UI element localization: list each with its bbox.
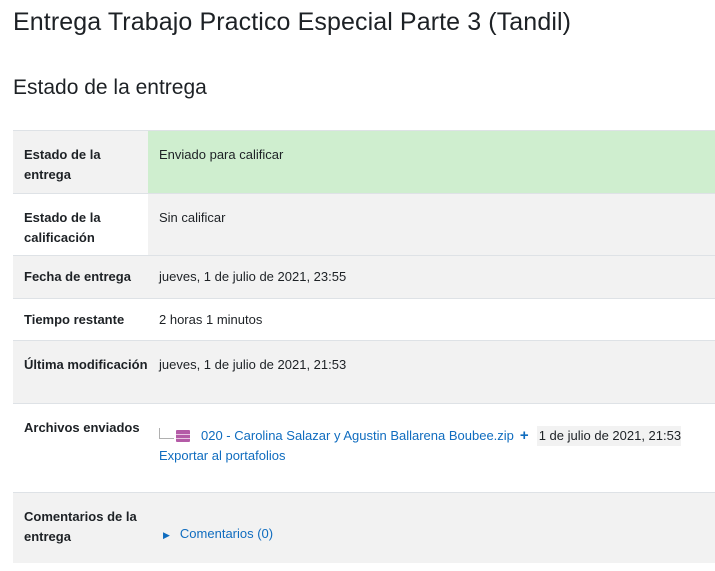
file-date: 1 de julio de 2021, 21:53 bbox=[536, 426, 682, 446]
row-archivos-enviados: Archivos enviados 020 - Carolina Salazar… bbox=[13, 403, 715, 493]
row-fecha-entrega: Fecha de entrega jueves, 1 de julio de 2… bbox=[13, 255, 715, 299]
submission-status-table: Estado de la entrega Enviado para califi… bbox=[13, 130, 715, 563]
label-estado-calificacion: Estado de la calificación bbox=[13, 193, 148, 256]
section-title: Estado de la entrega bbox=[13, 76, 207, 99]
file-download-link[interactable]: 020 - Carolina Salazar y Agustin Ballare… bbox=[201, 426, 514, 446]
zip-file-icon bbox=[176, 430, 190, 442]
row-ultima-modificacion: Última modificación jueves, 1 de julio d… bbox=[13, 340, 715, 404]
value-archivos-enviados: 020 - Carolina Salazar y Agustin Ballare… bbox=[148, 404, 715, 493]
row-tiempo-restante: Tiempo restante 2 horas 1 minutos bbox=[13, 298, 715, 341]
comments-toggle-link[interactable]: Comentarios (0) bbox=[180, 526, 273, 541]
row-comentarios: Comentarios de la entrega ▶ Comentarios (… bbox=[13, 492, 715, 563]
export-portfolio-link[interactable]: Exportar al portafolios bbox=[159, 446, 715, 466]
value-estado-calificacion: Sin calificar bbox=[148, 193, 715, 256]
label-estado-entrega: Estado de la entrega bbox=[13, 130, 148, 194]
row-estado-entrega: Estado de la entrega Enviado para califi… bbox=[13, 130, 715, 194]
page-title: Entrega Trabajo Practico Especial Parte … bbox=[13, 8, 572, 36]
file-entry: 020 - Carolina Salazar y Agustin Ballare… bbox=[159, 426, 715, 446]
row-estado-calificacion: Estado de la calificación Sin calificar bbox=[13, 193, 715, 256]
plus-icon[interactable]: + bbox=[520, 426, 529, 446]
value-estado-entrega: Enviado para calificar bbox=[148, 130, 715, 194]
label-ultima-modificacion: Última modificación bbox=[13, 340, 148, 404]
tree-connector-icon bbox=[159, 427, 174, 439]
label-fecha-entrega: Fecha de entrega bbox=[13, 255, 148, 299]
value-ultima-modificacion: jueves, 1 de julio de 2021, 21:53 bbox=[148, 340, 715, 404]
caret-right-icon[interactable]: ▶ bbox=[163, 530, 170, 540]
label-archivos-enviados: Archivos enviados bbox=[24, 420, 140, 435]
label-tiempo-restante: Tiempo restante bbox=[24, 311, 125, 327]
value-comentarios: ▶ Comentarios (0) bbox=[148, 492, 715, 563]
label-comentarios: Comentarios de la entrega bbox=[13, 492, 148, 563]
value-tiempo-restante: 2 horas 1 minutos bbox=[159, 311, 263, 327]
value-fecha-entrega: jueves, 1 de julio de 2021, 23:55 bbox=[148, 255, 715, 299]
